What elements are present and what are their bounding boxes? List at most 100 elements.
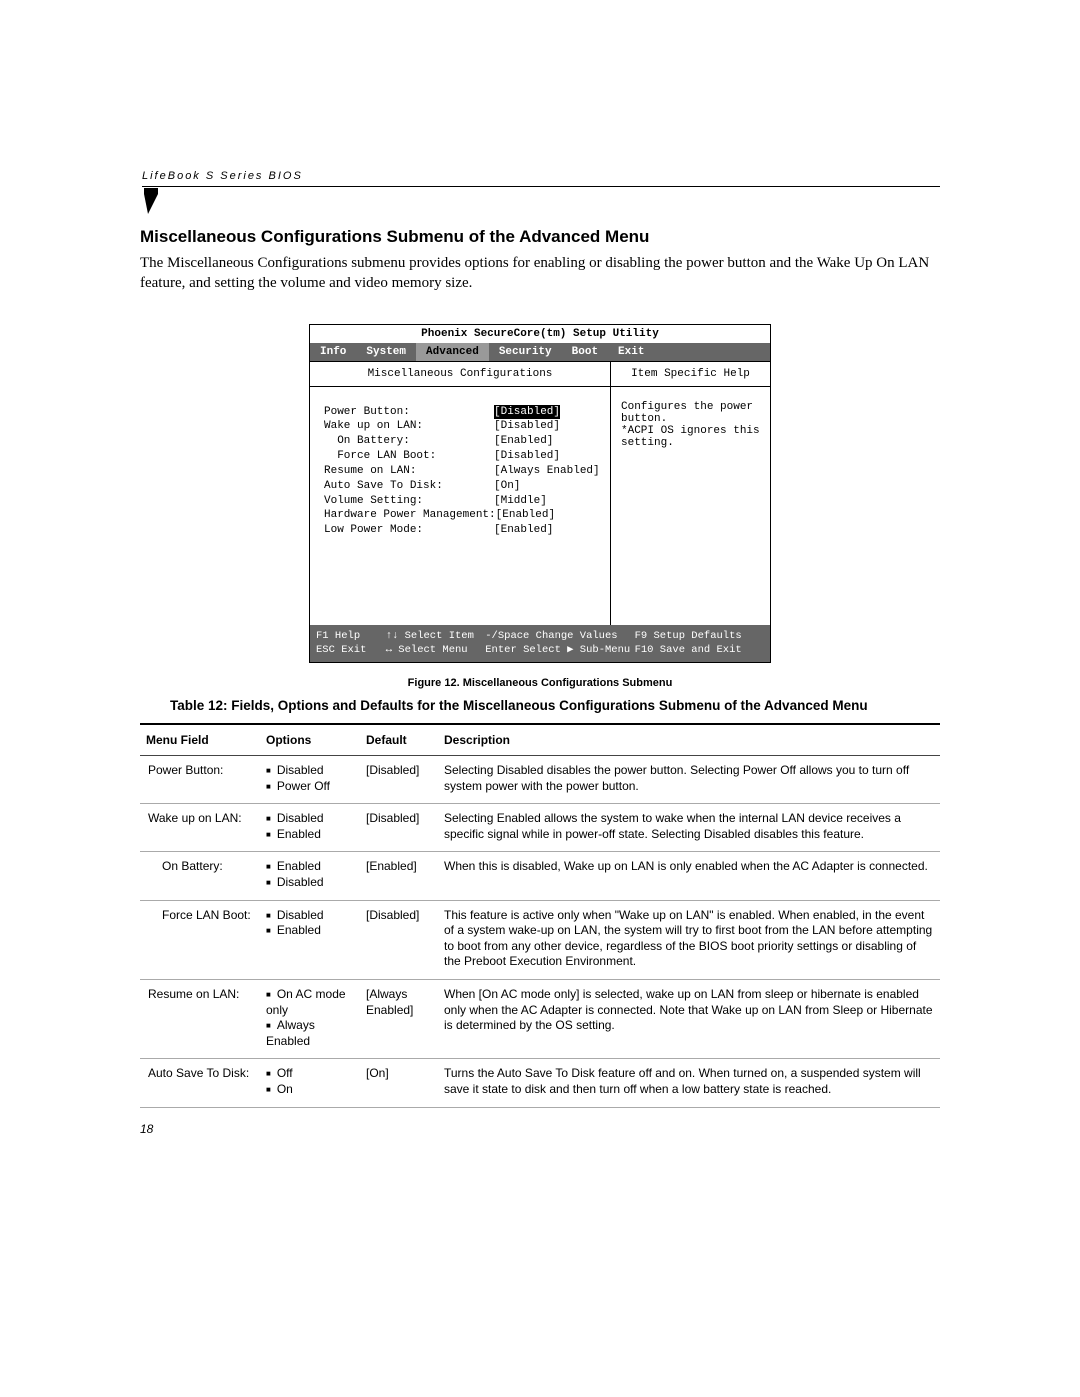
bios-help-line: button. bbox=[621, 413, 760, 425]
bios-footer: F1 Help↑↓ Select Item-/Space Change Valu… bbox=[310, 625, 770, 662]
bios-footer-hint: ↔ Select Menu bbox=[386, 643, 486, 657]
bios-setting-label: Wake up on LAN: bbox=[324, 419, 494, 434]
cell-menu-field: Force LAN Boot: bbox=[140, 900, 260, 979]
option-item: Disabled bbox=[266, 763, 354, 779]
table-row: Wake up on LAN:DisabledEnabled[Disabled]… bbox=[140, 804, 940, 852]
cell-description: Turns the Auto Save To Disk feature off … bbox=[438, 1059, 940, 1107]
bios-setting-value: [Enabled] bbox=[496, 508, 555, 523]
option-item: Disabled bbox=[266, 811, 354, 827]
cell-menu-field: On Battery: bbox=[140, 852, 260, 900]
option-item: On AC mode only bbox=[266, 987, 354, 1018]
bios-setting-value: [Disabled] bbox=[494, 449, 560, 464]
bios-setting-label: Hardware Power Management: bbox=[324, 508, 496, 523]
bios-tab-advanced: Advanced bbox=[416, 343, 489, 361]
corner-mark-icon bbox=[144, 188, 164, 214]
page-number: 18 bbox=[140, 1122, 940, 1136]
cell-description: When this is disabled, Wake up on LAN is… bbox=[438, 852, 940, 900]
cell-default: [Disabled] bbox=[360, 900, 438, 979]
table-header: Default bbox=[360, 724, 438, 756]
bios-setting-label: On Battery: bbox=[324, 434, 494, 449]
bios-setting-value: [Always Enabled] bbox=[494, 464, 600, 479]
cell-default: [On] bbox=[360, 1059, 438, 1107]
table-row: Auto Save To Disk:OffOn[On]Turns the Aut… bbox=[140, 1059, 940, 1107]
bios-tab-exit: Exit bbox=[608, 343, 654, 361]
bios-setting-row: Force LAN Boot:[Disabled] bbox=[324, 449, 600, 464]
option-item: Off bbox=[266, 1066, 354, 1082]
table-row: Power Button:DisabledPower Off[Disabled]… bbox=[140, 756, 940, 804]
cell-options: EnabledDisabled bbox=[260, 852, 360, 900]
cell-menu-field: Resume on LAN: bbox=[140, 980, 260, 1059]
bios-setting-value: [Disabled] bbox=[494, 405, 560, 420]
bios-setting-label: Power Button: bbox=[324, 405, 494, 420]
bios-setting-value: [Disabled] bbox=[494, 419, 560, 434]
cell-options: DisabledPower Off bbox=[260, 756, 360, 804]
cell-menu-field: Wake up on LAN: bbox=[140, 804, 260, 852]
option-item: Power Off bbox=[266, 779, 354, 795]
bios-setting-value: [Enabled] bbox=[494, 523, 553, 538]
intro-text: The Miscellaneous Configurations submenu… bbox=[140, 253, 940, 294]
bios-help-line: Configures the power bbox=[621, 401, 760, 413]
table-header: Menu Field bbox=[140, 724, 260, 756]
table-row: Force LAN Boot:DisabledEnabled[Disabled]… bbox=[140, 900, 940, 979]
bios-footer-hint: ESC Exit bbox=[316, 643, 386, 657]
bios-setting-row: Hardware Power Management:[Enabled] bbox=[324, 508, 600, 523]
bios-setting-label: Volume Setting: bbox=[324, 494, 494, 509]
bios-setting-value: [On] bbox=[494, 479, 520, 494]
bios-settings-list: Power Button:[Disabled]Wake up on LAN:[D… bbox=[310, 387, 610, 625]
bios-setting-value: [Enabled] bbox=[494, 434, 553, 449]
bios-title: Phoenix SecureCore(tm) Setup Utility bbox=[310, 325, 770, 343]
cell-menu-field: Power Button: bbox=[140, 756, 260, 804]
bios-footer-hint: Enter Select ▶ Sub-Menu bbox=[485, 643, 634, 657]
bios-help-line: *ACPI OS ignores this bbox=[621, 425, 760, 437]
bios-footer-hint: F10 Save and Exit bbox=[635, 643, 764, 657]
option-item: Always Enabled bbox=[266, 1018, 354, 1049]
cell-options: DisabledEnabled bbox=[260, 804, 360, 852]
figure-caption: Figure 12. Miscellaneous Configurations … bbox=[140, 677, 940, 689]
bios-setting-label: Force LAN Boot: bbox=[324, 449, 494, 464]
bios-help-line: setting. bbox=[621, 437, 760, 449]
cell-default: [Always Enabled] bbox=[360, 980, 438, 1059]
bios-setting-row: Low Power Mode:[Enabled] bbox=[324, 523, 600, 538]
table-header: Options bbox=[260, 724, 360, 756]
bios-setting-row: On Battery:[Enabled] bbox=[324, 434, 600, 449]
section-title: Miscellaneous Configurations Submenu of … bbox=[140, 227, 940, 247]
bios-setting-label: Auto Save To Disk: bbox=[324, 479, 494, 494]
cell-default: [Disabled] bbox=[360, 756, 438, 804]
running-header: LifeBook S Series BIOS bbox=[142, 170, 940, 187]
option-item: Enabled bbox=[266, 827, 354, 843]
bios-footer-hint: ↑↓ Select Item bbox=[386, 629, 486, 643]
bios-setting-row: Power Button:[Disabled] bbox=[324, 405, 600, 420]
cell-default: [Disabled] bbox=[360, 804, 438, 852]
option-item: Enabled bbox=[266, 923, 354, 939]
table-row: Resume on LAN:On AC mode onlyAlways Enab… bbox=[140, 980, 940, 1059]
bios-tab-info: Info bbox=[310, 343, 356, 361]
table-header: Description bbox=[438, 724, 940, 756]
bios-setting-value: [Middle] bbox=[494, 494, 547, 509]
bios-submenu-title: Miscellaneous Configurations bbox=[310, 362, 610, 387]
cell-menu-field: Auto Save To Disk: bbox=[140, 1059, 260, 1107]
bios-setting-row: Volume Setting:[Middle] bbox=[324, 494, 600, 509]
bios-footer-hint: F9 Setup Defaults bbox=[635, 629, 764, 643]
bios-panel-title: Item Specific Help bbox=[611, 362, 770, 387]
options-table: Menu FieldOptionsDefaultDescription Powe… bbox=[140, 723, 940, 1108]
bios-footer-hint: F1 Help bbox=[316, 629, 386, 643]
bios-setting-label: Low Power Mode: bbox=[324, 523, 494, 538]
bios-tab-bar: InfoSystemAdvancedSecurityBootExit bbox=[310, 343, 770, 361]
bios-screenshot: Phoenix SecureCore(tm) Setup Utility Inf… bbox=[309, 324, 771, 663]
bios-tab-system: System bbox=[356, 343, 416, 361]
bios-tab-boot: Boot bbox=[562, 343, 608, 361]
cell-options: OffOn bbox=[260, 1059, 360, 1107]
table-title: Table 12: Fields, Options and Defaults f… bbox=[170, 697, 910, 715]
cell-options: DisabledEnabled bbox=[260, 900, 360, 979]
option-item: Disabled bbox=[266, 875, 354, 891]
bios-setting-row: Resume on LAN:[Always Enabled] bbox=[324, 464, 600, 479]
bios-footer-hint: -/Space Change Values bbox=[485, 629, 634, 643]
cell-description: When [On AC mode only] is selected, wake… bbox=[438, 980, 940, 1059]
bios-setting-row: Wake up on LAN:[Disabled] bbox=[324, 419, 600, 434]
bios-setting-row: Auto Save To Disk:[On] bbox=[324, 479, 600, 494]
bios-tab-security: Security bbox=[489, 343, 562, 361]
cell-description: Selecting Disabled disables the power bu… bbox=[438, 756, 940, 804]
table-row: On Battery:EnabledDisabled[Enabled]When … bbox=[140, 852, 940, 900]
option-item: On bbox=[266, 1082, 354, 1098]
cell-description: This feature is active only when "Wake u… bbox=[438, 900, 940, 979]
